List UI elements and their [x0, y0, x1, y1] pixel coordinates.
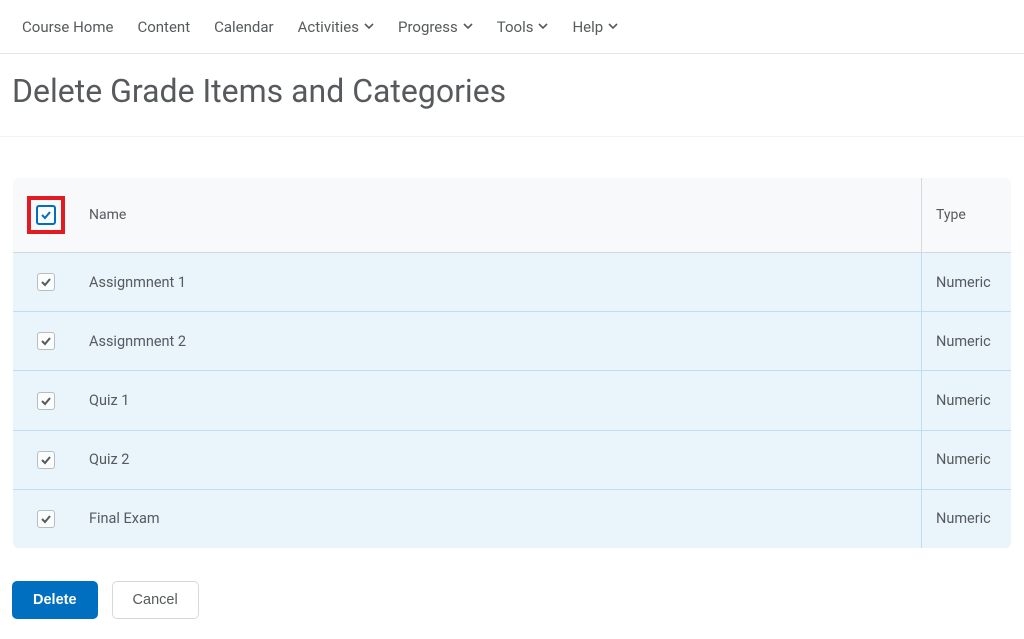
row-name: Quiz 2 [75, 430, 922, 489]
table-row: Final Exam Numeric [13, 489, 1012, 548]
chevron-down-icon [608, 20, 618, 34]
row-checkbox[interactable] [37, 273, 55, 291]
header-name: Name [75, 178, 922, 253]
nav-item-course-home[interactable]: Course Home [12, 10, 123, 44]
row-type: Numeric [922, 489, 1012, 548]
grade-items-table: Name Type Assignmnent 1 Numeric [12, 177, 1012, 549]
nav-label: Tools [497, 18, 534, 36]
row-type: Numeric [922, 430, 1012, 489]
nav-item-help[interactable]: Help [562, 10, 628, 44]
action-buttons: Delete Cancel [0, 549, 1024, 639]
table-row: Quiz 1 Numeric [13, 371, 1012, 430]
nav-item-progress[interactable]: Progress [388, 10, 483, 44]
row-name: Final Exam [75, 489, 922, 548]
table-row: Assignmnent 1 Numeric [13, 253, 1012, 312]
row-type: Numeric [922, 253, 1012, 312]
row-checkbox[interactable] [37, 332, 55, 350]
cancel-button[interactable]: Cancel [112, 581, 199, 619]
course-navbar: Course Home Content Calendar Activities … [0, 0, 1024, 54]
page-title: Delete Grade Items and Categories [12, 72, 1012, 110]
header-type: Type [922, 178, 1012, 253]
row-type: Numeric [922, 371, 1012, 430]
nav-item-tools[interactable]: Tools [487, 10, 559, 44]
grade-items-table-wrap: Name Type Assignmnent 1 Numeric [12, 177, 1012, 549]
nav-label: Course Home [22, 18, 113, 36]
row-name: Assignmnent 1 [75, 253, 922, 312]
nav-label: Calendar [214, 18, 274, 36]
nav-item-content[interactable]: Content [127, 10, 200, 44]
row-checkbox[interactable] [37, 392, 55, 410]
nav-item-calendar[interactable]: Calendar [204, 10, 284, 44]
row-name: Quiz 1 [75, 371, 922, 430]
row-type: Numeric [922, 312, 1012, 371]
row-checkbox[interactable] [37, 510, 55, 528]
highlight-annotation [27, 196, 65, 234]
delete-button[interactable]: Delete [12, 581, 98, 619]
nav-label: Progress [398, 18, 458, 36]
row-checkbox[interactable] [37, 451, 55, 469]
chevron-down-icon [364, 20, 374, 34]
chevron-down-icon [463, 20, 473, 34]
row-name: Assignmnent 2 [75, 312, 922, 371]
select-all-checkbox[interactable] [36, 205, 56, 225]
chevron-down-icon [538, 20, 548, 34]
nav-item-activities[interactable]: Activities [288, 10, 384, 44]
nav-label: Activities [298, 18, 359, 36]
table-row: Quiz 2 Numeric [13, 430, 1012, 489]
nav-label: Help [572, 18, 603, 36]
header-select-all-cell [13, 178, 76, 253]
page-header: Delete Grade Items and Categories [0, 54, 1024, 137]
table-row: Assignmnent 2 Numeric [13, 312, 1012, 371]
nav-label: Content [137, 18, 190, 36]
table-header-row: Name Type [13, 178, 1012, 253]
